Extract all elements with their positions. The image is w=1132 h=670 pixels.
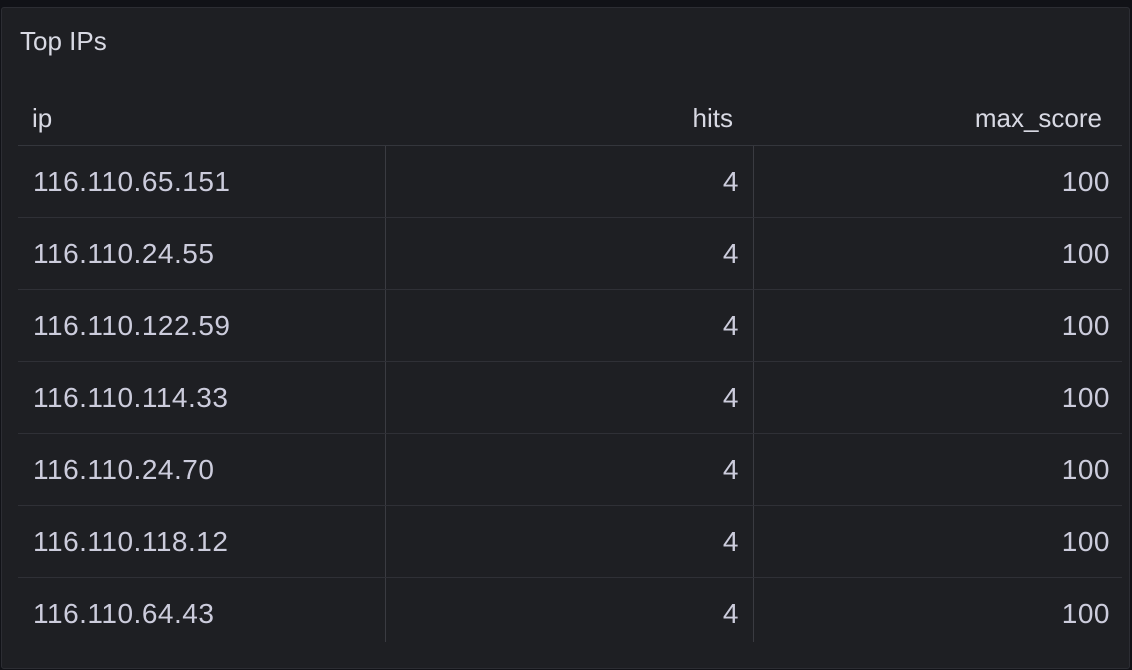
table-row: 116.110.114.33 4 100 [18,362,1122,434]
cell-hits: 4 [385,578,753,642]
top-ips-panel: Top IPs ip hits max_score 116.110.65.151… [1,7,1130,669]
cell-hits: 4 [385,218,753,289]
cell-hits: 4 [385,290,753,361]
cell-ip: 116.110.24.70 [33,454,215,485]
column-header-hits[interactable]: hits [385,91,753,145]
cell-ip: 116.110.118.12 [33,526,229,557]
cell-max-score: 100 [753,506,1122,577]
panel-title[interactable]: Top IPs [20,26,107,56]
cell-max-score: 100 [753,362,1122,433]
column-header-ip[interactable]: ip [18,91,385,145]
table-row: 116.110.24.70 4 100 [18,434,1122,506]
column-header-max-score[interactable]: max_score [753,91,1122,145]
cell-hits: 4 [385,434,753,505]
cell-max-score: 100 [753,146,1122,217]
table-row: 116.110.118.12 4 100 [18,506,1122,578]
cell-ip: 116.110.64.43 [33,598,215,629]
cell-ip: 116.110.122.59 [33,310,231,341]
table-header: ip hits max_score [18,91,1122,146]
cell-max-score: 100 [753,434,1122,505]
cell-ip: 116.110.24.55 [33,238,215,269]
table-row: 116.110.65.151 4 100 [18,146,1122,218]
table-row: 116.110.24.55 4 100 [18,218,1122,290]
cell-hits: 4 [385,146,753,217]
cell-max-score: 100 [753,218,1122,289]
cell-ip: 116.110.65.151 [33,166,231,197]
cell-ip: 116.110.114.33 [33,382,229,413]
cell-hits: 4 [385,362,753,433]
cell-max-score: 100 [753,578,1122,642]
top-ips-table: ip hits max_score 116.110.65.151 4 100 1… [18,91,1122,642]
cell-max-score: 100 [753,290,1122,361]
cell-hits: 4 [385,506,753,577]
table-row: 116.110.64.43 4 100 [18,578,1122,642]
table-row: 116.110.122.59 4 100 [18,290,1122,362]
